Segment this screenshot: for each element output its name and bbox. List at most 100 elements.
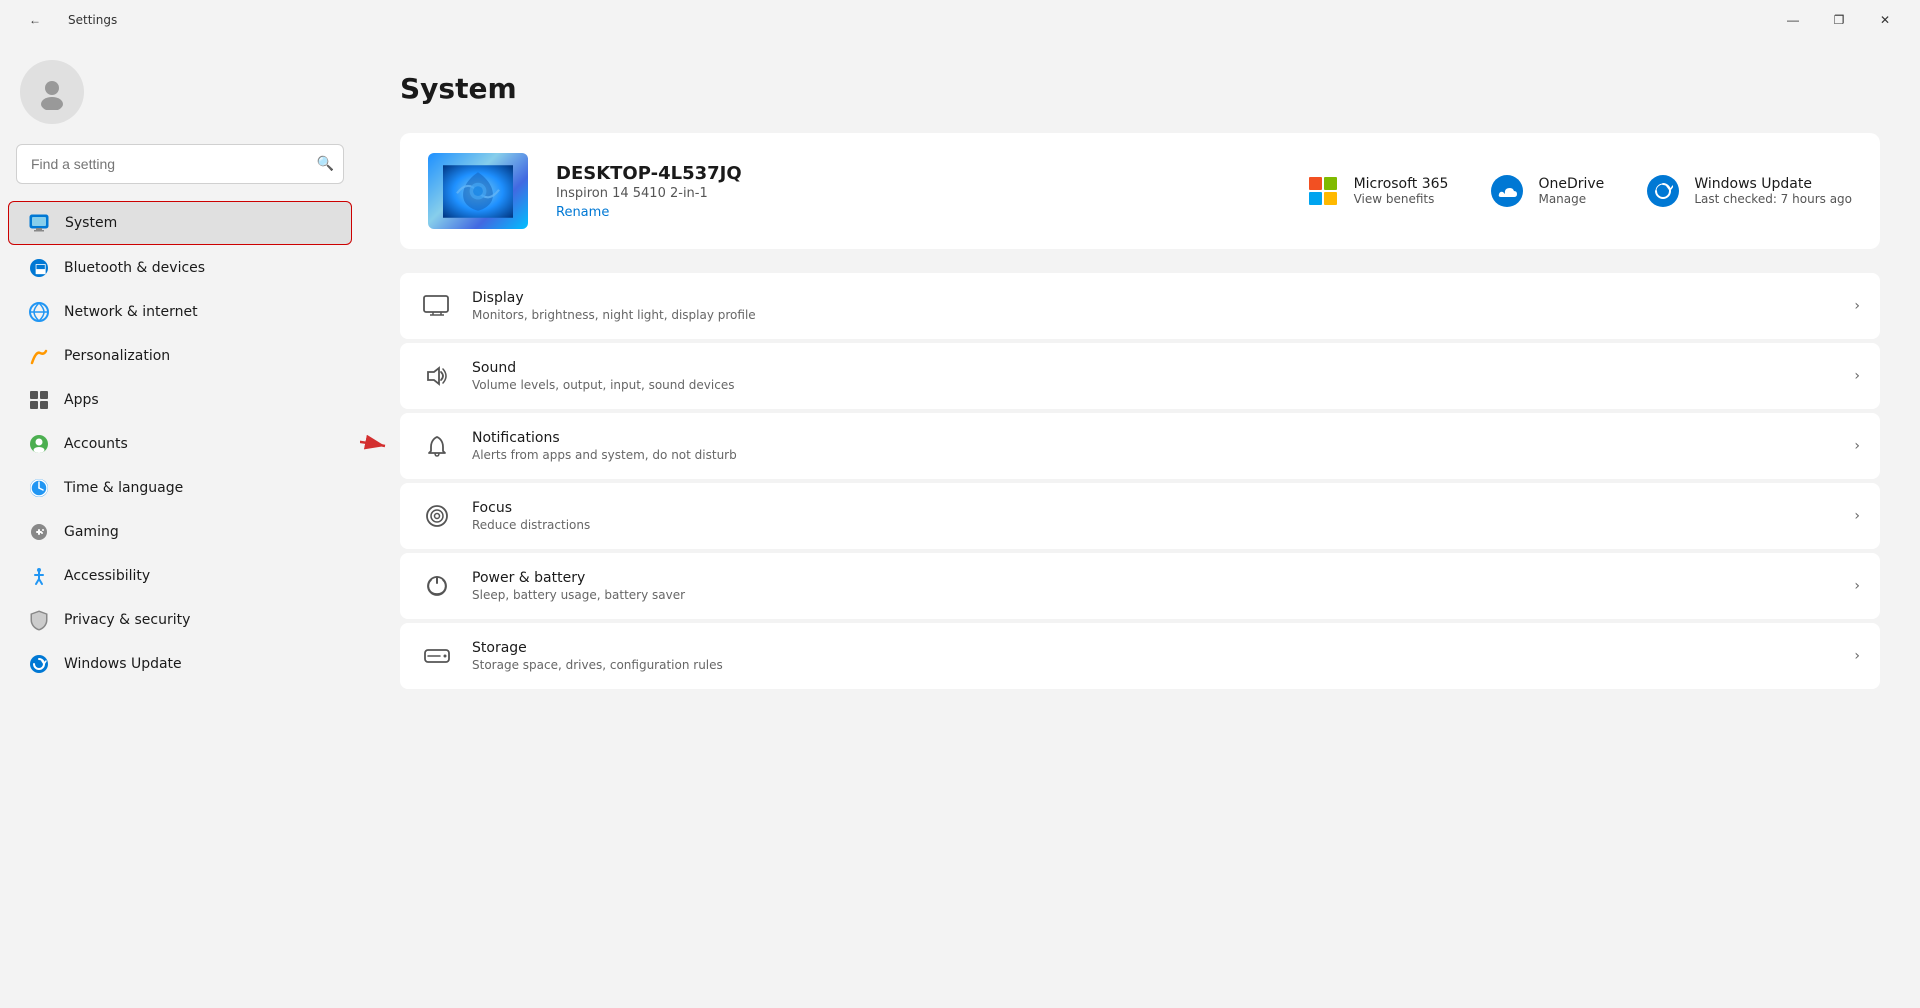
sidebar-item-label-privacy: Privacy & security	[64, 612, 190, 628]
power-desc: Sleep, battery usage, battery saver	[472, 588, 1836, 602]
setting-notifications[interactable]: Notifications Alerts from apps and syste…	[400, 413, 1880, 479]
sidebar-item-bluetooth[interactable]: ⬓ Bluetooth & devices	[8, 247, 352, 289]
app-window: 🔍 System ⬓ Bluetooth & devices	[0, 40, 1920, 1008]
sidebar-item-network[interactable]: Network & internet	[8, 291, 352, 333]
sound-icon	[420, 359, 454, 393]
sidebar-item-privacy[interactable]: Privacy & security	[8, 599, 352, 641]
time-icon	[28, 477, 50, 499]
display-desc: Monitors, brightness, night light, displ…	[472, 308, 1836, 322]
privacy-icon	[28, 609, 50, 631]
settings-list: Display Monitors, brightness, night ligh…	[400, 273, 1880, 689]
device-actions: Microsoft 365 View benefits One	[1304, 172, 1852, 210]
sidebar-item-accessibility[interactable]: Accessibility	[8, 555, 352, 597]
minimize-button[interactable]: —	[1770, 4, 1816, 36]
setting-storage[interactable]: Storage Storage space, drives, configura…	[400, 623, 1880, 689]
sidebar-item-label-gaming: Gaming	[64, 524, 119, 540]
power-icon	[420, 569, 454, 603]
device-name: DESKTOP-4L537JQ	[556, 163, 1276, 184]
sound-title: Sound	[472, 360, 1836, 376]
bluetooth-icon: ⬓	[28, 257, 50, 279]
storage-desc: Storage space, drives, configuration rul…	[472, 658, 1836, 672]
sidebar-item-label-apps: Apps	[64, 392, 99, 408]
sidebar-item-label-personalization: Personalization	[64, 348, 170, 364]
gaming-icon	[28, 521, 50, 543]
setting-power[interactable]: Power & battery Sleep, battery usage, ba…	[400, 553, 1880, 619]
search-input[interactable]	[16, 144, 344, 184]
power-chevron: ›	[1854, 578, 1860, 594]
power-text: Power & battery Sleep, battery usage, ba…	[472, 570, 1836, 602]
notifications-title: Notifications	[472, 430, 1836, 446]
microsoft365-action[interactable]: Microsoft 365 View benefits	[1304, 172, 1449, 210]
device-model: Inspiron 14 5410 2-in-1	[556, 186, 1276, 201]
page-title: System	[400, 72, 1880, 105]
display-chevron: ›	[1854, 298, 1860, 314]
titlebar: ← Settings — ❐ ✕	[0, 0, 1920, 40]
display-icon	[420, 289, 454, 323]
sidebar-item-label-time: Time & language	[64, 480, 183, 496]
device-image	[428, 153, 528, 229]
accounts-icon	[28, 433, 50, 455]
sidebar-item-personalization[interactable]: Personalization	[8, 335, 352, 377]
focus-desc: Reduce distractions	[472, 518, 1836, 532]
focus-icon	[420, 499, 454, 533]
onedrive-icon	[1488, 172, 1526, 210]
winupdate-icon	[28, 653, 50, 675]
sound-chevron: ›	[1854, 368, 1860, 384]
device-info: DESKTOP-4L537JQ Inspiron 14 5410 2-in-1 …	[556, 163, 1276, 220]
onedrive-action[interactable]: OneDrive Manage	[1488, 172, 1604, 210]
sidebar-item-accounts[interactable]: Accounts	[8, 423, 352, 465]
sidebar-item-label-winupdate: Windows Update	[64, 656, 182, 672]
storage-text: Storage Storage space, drives, configura…	[472, 640, 1836, 672]
storage-title: Storage	[472, 640, 1836, 656]
winupdate-action[interactable]: Windows Update Last checked: 7 hours ago	[1644, 172, 1852, 210]
winupdate-action-label: Windows Update	[1694, 176, 1852, 192]
power-title: Power & battery	[472, 570, 1836, 586]
storage-chevron: ›	[1854, 648, 1860, 664]
window-controls: — ❐ ✕	[1770, 4, 1908, 36]
sidebar-item-gaming[interactable]: Gaming	[8, 511, 352, 553]
system-icon	[29, 212, 51, 234]
avatar-section	[0, 60, 360, 144]
notifications-text: Notifications Alerts from apps and syste…	[472, 430, 1836, 462]
app-title: Settings	[68, 13, 117, 27]
search-box: 🔍	[16, 144, 344, 184]
sidebar-item-winupdate[interactable]: Windows Update	[8, 643, 352, 685]
sidebar-item-label-network: Network & internet	[64, 304, 198, 320]
restore-button[interactable]: ❐	[1816, 4, 1862, 36]
focus-chevron: ›	[1854, 508, 1860, 524]
setting-display[interactable]: Display Monitors, brightness, night ligh…	[400, 273, 1880, 339]
sound-text: Sound Volume levels, output, input, soun…	[472, 360, 1836, 392]
display-title: Display	[472, 290, 1836, 306]
back-button[interactable]: ←	[12, 4, 58, 36]
device-card: DESKTOP-4L537JQ Inspiron 14 5410 2-in-1 …	[400, 133, 1880, 249]
focus-title: Focus	[472, 500, 1836, 516]
winupdate-action-text: Windows Update Last checked: 7 hours ago	[1694, 176, 1852, 206]
sidebar-item-apps[interactable]: Apps	[8, 379, 352, 421]
sidebar: 🔍 System ⬓ Bluetooth & devices	[0, 40, 360, 1008]
network-icon	[28, 301, 50, 323]
accessibility-icon	[28, 565, 50, 587]
search-icon: 🔍	[317, 156, 334, 172]
setting-focus[interactable]: Focus Reduce distractions ›	[400, 483, 1880, 549]
sound-desc: Volume levels, output, input, sound devi…	[472, 378, 1836, 392]
avatar[interactable]	[20, 60, 84, 124]
notifications-icon	[420, 429, 454, 463]
apps-icon	[28, 389, 50, 411]
microsoft365-sub: View benefits	[1354, 192, 1449, 206]
focus-text: Focus Reduce distractions	[472, 500, 1836, 532]
close-button[interactable]: ✕	[1862, 4, 1908, 36]
svg-text:⬓: ⬓	[35, 261, 47, 276]
personalization-icon	[28, 345, 50, 367]
winupdate-action-icon	[1644, 172, 1682, 210]
winupdate-action-sub: Last checked: 7 hours ago	[1694, 192, 1852, 206]
sidebar-item-time[interactable]: Time & language	[8, 467, 352, 509]
sidebar-item-label-accessibility: Accessibility	[64, 568, 150, 584]
rename-link[interactable]: Rename	[556, 205, 609, 220]
onedrive-sub: Manage	[1538, 192, 1604, 206]
main-content: System	[360, 40, 1920, 1008]
setting-sound[interactable]: Sound Volume levels, output, input, soun…	[400, 343, 1880, 409]
onedrive-label: OneDrive	[1538, 176, 1604, 192]
microsoft365-label: Microsoft 365	[1354, 176, 1449, 192]
sidebar-item-system[interactable]: System	[8, 201, 352, 245]
titlebar-left: ← Settings	[12, 4, 117, 36]
